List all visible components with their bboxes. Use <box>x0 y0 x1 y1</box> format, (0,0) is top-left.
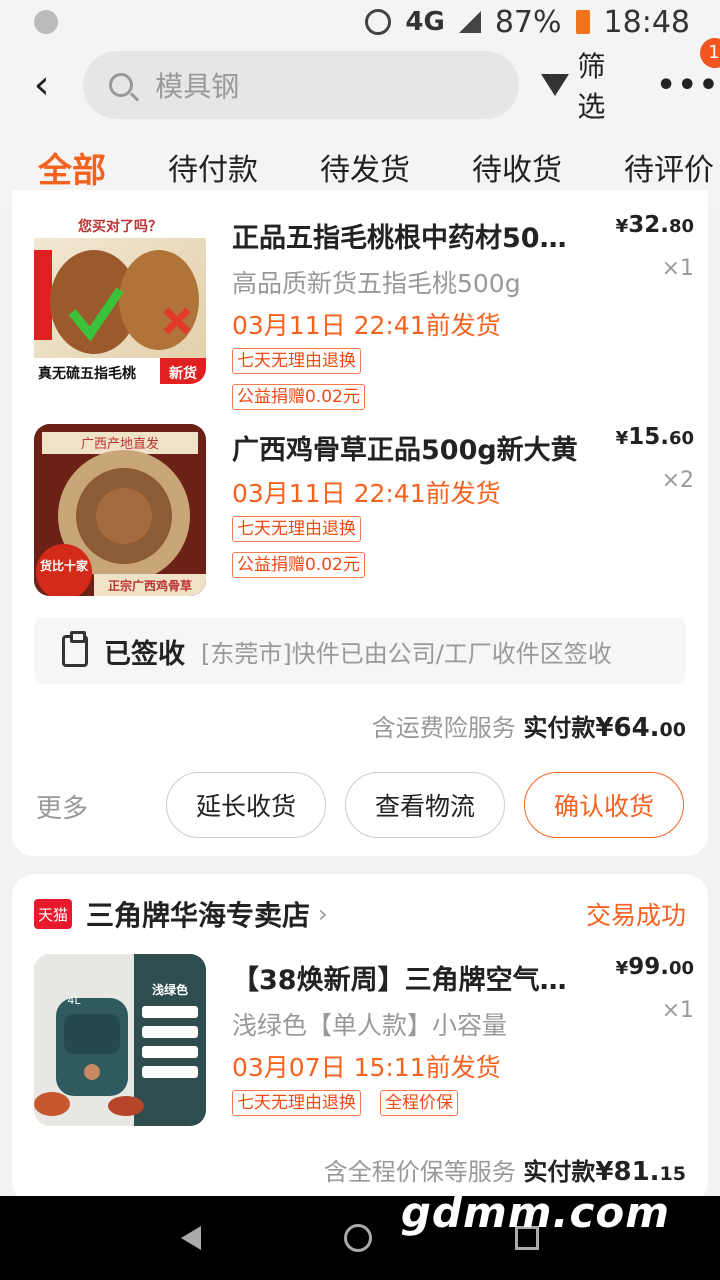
product-price: ¥32.80 <box>615 212 694 238</box>
logistics-detail: [东莞市]快件已由公司/工厂收件区签收 <box>201 639 612 668</box>
nav-back-icon[interactable] <box>181 1226 202 1250</box>
shop-header[interactable]: 天猫 三角牌华海专卖店 › 交易成功 <box>34 894 686 934</box>
logistics-status: 已签收 <box>104 638 185 670</box>
thumb-badge-text: 新货 <box>169 365 197 382</box>
tmall-icon: 天猫 <box>34 899 72 929</box>
search-placeholder: 模具钢 <box>155 70 240 103</box>
ship-deadline: 03月11日 22:41前发货 <box>232 311 501 340</box>
message-count-badge: 1 <box>700 37 720 68</box>
notification-icon <box>34 10 58 34</box>
total-service-note: 含全程价保等服务 <box>323 1158 516 1186</box>
order-item[interactable]: 您买对了吗？ 真无硫五指毛桃 新货 正品五指毛桃根中药材500g新货 高品质新货… <box>34 212 694 410</box>
watermark: gdmm.com <box>400 1188 670 1237</box>
battery-icon <box>575 10 590 34</box>
product-spec: 浅绿色【单人款】小容量 <box>232 1011 508 1040</box>
network-type: 4G <box>405 7 445 37</box>
more-dots-icon: ••• <box>656 67 720 103</box>
chevron-left-icon: ‹ <box>33 62 50 108</box>
battery-level: 87% <box>494 4 562 40</box>
thumb-color-text: 浅绿色 <box>152 982 188 997</box>
product-title[interactable]: 正品五指毛桃根中药材500g新货 <box>232 216 582 255</box>
product-image-art: 广西产地直发 货比十家 正宗广西鸡骨草 <box>34 424 206 596</box>
signal-icon <box>458 11 481 33</box>
shop-name[interactable]: 三角牌华海专卖店 <box>86 894 310 934</box>
filter-button[interactable]: 筛选 <box>541 45 632 125</box>
tag-charity: 公益捐赠0.02元 <box>232 552 365 578</box>
logistics-summary[interactable]: 已签收 [东莞市]快件已由公司/工厂收件区签收 <box>34 618 686 684</box>
product-image[interactable]: 您买对了吗？ 真无硫五指毛桃 新货 <box>34 212 206 384</box>
tag-charity: 公益捐赠0.02元 <box>232 384 365 410</box>
filter-label: 筛选 <box>577 50 606 123</box>
tag-price-protection: 全程价保 <box>380 1090 458 1116</box>
order-item[interactable]: 浅绿色 4L 【38焕新周】三角牌空气炸锅 浅绿色【单人款】小容量 03月07日… <box>34 954 694 1126</box>
product-price: ¥99.00 <box>615 954 694 980</box>
extend-receipt-button[interactable]: 延长收货 <box>166 772 326 838</box>
tab-pending-payment[interactable]: 待付款 <box>168 145 258 189</box>
thumb-top-text: 广西产地直发 <box>81 436 159 452</box>
search-input[interactable]: 模具钢 <box>83 51 520 119</box>
top-bar: ‹ 模具钢 筛选 ••• 1 <box>0 37 720 126</box>
order-card[interactable]: 天猫 三角牌华海专卖店 › 交易成功 浅绿色 4L 【38焕新周】三角牌空气炸锅… <box>12 874 708 1204</box>
view-logistics-button[interactable]: 查看物流 <box>345 772 505 838</box>
product-image[interactable]: 浅绿色 4L <box>34 954 206 1126</box>
product-title[interactable]: 广西鸡骨草正品500g新大黄 <box>232 428 582 467</box>
alarm-icon <box>365 9 392 35</box>
clipboard-check-icon <box>62 631 88 667</box>
product-quantity: ×1 <box>661 256 694 281</box>
order-status: 交易成功 <box>585 901 686 930</box>
order-total: 含运费险服务 实付款¥64.00 <box>372 708 686 743</box>
total-service-note: 含运费险服务 <box>371 714 516 742</box>
tag-seven-day-return: 七天无理由退换 <box>232 516 361 542</box>
status-right: 4G 87% 18:48 <box>365 5 690 40</box>
nav-home-icon[interactable] <box>343 1224 372 1252</box>
thumb-size-text: 4L <box>67 994 81 1007</box>
search-icon <box>109 73 134 97</box>
ship-deadline: 03月11日 22:41前发货 <box>232 479 501 508</box>
thumb-top-text: 您买对了吗？ <box>78 218 162 235</box>
product-quantity: ×1 <box>661 998 694 1023</box>
tag-seven-day-return: 七天无理由退换 <box>232 348 361 374</box>
tab-all[interactable]: 全部 <box>38 143 106 192</box>
filter-icon <box>541 74 570 96</box>
more-actions-link[interactable]: 更多 <box>36 788 88 825</box>
chevron-right-icon: › <box>318 900 328 928</box>
total-amount: ¥64.00 <box>595 713 686 743</box>
tab-pending-receipt[interactable]: 待收货 <box>472 145 562 189</box>
order-item[interactable]: 广西产地直发 货比十家 正宗广西鸡骨草 广西鸡骨草正品500g新大黄 03月11… <box>34 424 694 604</box>
product-image[interactable]: 广西产地直发 货比十家 正宗广西鸡骨草 <box>34 424 206 596</box>
back-button[interactable]: ‹ <box>0 44 83 126</box>
thumb-bottom-text: 真无硫五指毛桃 <box>38 365 136 382</box>
product-title[interactable]: 【38焕新周】三角牌空气炸锅 <box>232 958 582 997</box>
total-label: 实付款 <box>523 714 596 742</box>
confirm-receipt-button[interactable]: 确认收货 <box>524 772 684 838</box>
status-bar: 4G 87% 18:48 <box>0 0 720 44</box>
product-image-art: 浅绿色 4L <box>34 954 206 1126</box>
total-label: 实付款 <box>523 1158 596 1186</box>
tag-seven-day-return: 七天无理由退换 <box>232 1090 361 1116</box>
product-price: ¥15.60 <box>615 424 694 450</box>
product-image-art: 您买对了吗？ 真无硫五指毛桃 新货 <box>34 212 206 384</box>
ship-deadline: 03月07日 15:11前发货 <box>232 1053 501 1082</box>
order-card[interactable]: 您买对了吗？ 真无硫五指毛桃 新货 正品五指毛桃根中药材500g新货 高品质新货… <box>12 190 708 856</box>
total-amount: ¥81.15 <box>595 1157 686 1187</box>
thumb-badge-text: 货比十家 <box>40 558 89 573</box>
status-time: 18:48 <box>603 4 690 40</box>
product-spec: 高品质新货五指毛桃500g <box>232 269 521 298</box>
thumb-bottom-text: 正宗广西鸡骨草 <box>108 578 192 593</box>
tab-pending-shipment[interactable]: 待发货 <box>320 145 410 189</box>
product-quantity: ×2 <box>661 468 694 493</box>
order-total: 含全程价保等服务 实付款¥81.15 <box>324 1152 686 1187</box>
tab-pending-review[interactable]: 待评价 <box>624 145 714 189</box>
more-button[interactable]: ••• 1 <box>656 37 720 103</box>
